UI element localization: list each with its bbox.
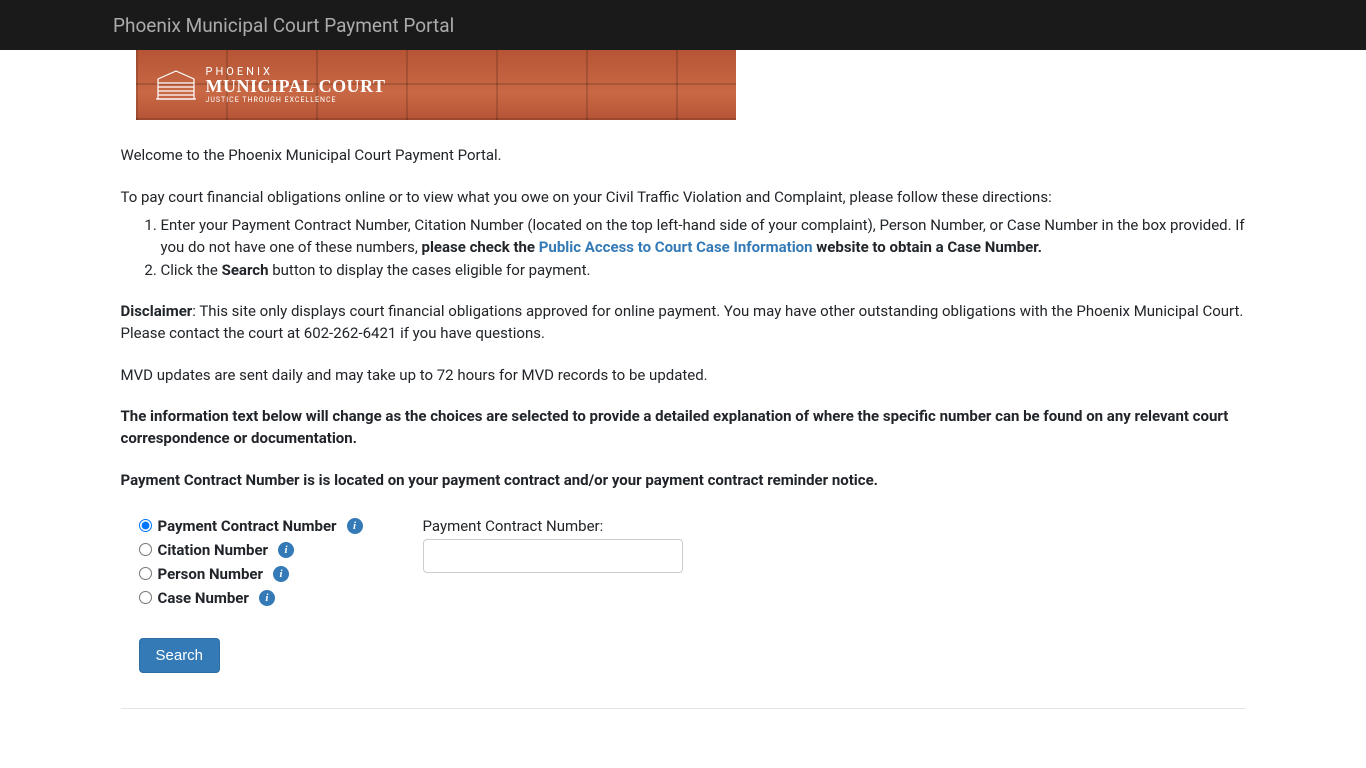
selected-help-text: Payment Contract Number is is located on… xyxy=(121,470,1246,492)
navbar-title: Phoenix Municipal Court Payment Portal xyxy=(15,14,454,37)
radio-payment-contract-label[interactable]: Payment Contract Number i xyxy=(158,517,363,535)
search-input-label: Payment Contract Number: xyxy=(423,517,683,535)
radio-case-number-label[interactable]: Case Number i xyxy=(158,589,275,607)
dynamic-info-text: The information text below will change a… xyxy=(121,406,1246,450)
radio-citation-number-label[interactable]: Citation Number i xyxy=(158,541,295,559)
direction-step-2: Click the Search button to display the c… xyxy=(161,259,1246,282)
welcome-text: Welcome to the Phoenix Municipal Court P… xyxy=(121,145,1246,167)
mvd-text: MVD updates are sent daily and may take … xyxy=(121,365,1246,387)
search-button[interactable]: Search xyxy=(139,638,221,673)
divider xyxy=(121,708,1246,709)
search-type-radios: Payment Contract Number i Citation Numbe… xyxy=(121,517,363,613)
disclaimer-text: Disclaimer: This site only displays cour… xyxy=(121,301,1246,345)
radio-payment-contract[interactable] xyxy=(139,519,152,532)
info-icon[interactable]: i xyxy=(259,590,275,606)
directions-list: Enter your Payment Contract Number, Cita… xyxy=(121,214,1246,282)
main-content: Welcome to the Phoenix Municipal Court P… xyxy=(121,145,1246,739)
info-icon[interactable]: i xyxy=(347,518,363,534)
radio-citation-number[interactable] xyxy=(139,543,152,556)
info-icon[interactable]: i xyxy=(278,542,294,558)
banner-image: PHOENIX MUNICIPAL COURT JUSTICE THROUGH … xyxy=(136,50,736,120)
search-input[interactable] xyxy=(423,539,683,573)
building-icon xyxy=(156,69,196,101)
public-access-link[interactable]: Public Access to Court Case Information xyxy=(539,238,813,256)
directions-text: To pay court financial obligations onlin… xyxy=(121,187,1246,209)
banner-court: MUNICIPAL COURT xyxy=(206,77,386,95)
navbar: Phoenix Municipal Court Payment Portal xyxy=(0,0,1366,50)
banner-tagline: JUSTICE THROUGH EXCELLENCE xyxy=(206,97,386,104)
direction-step-1: Enter your Payment Contract Number, Cita… xyxy=(161,214,1246,259)
info-icon[interactable]: i xyxy=(273,566,289,582)
radio-person-number-label[interactable]: Person Number i xyxy=(158,565,289,583)
radio-case-number[interactable] xyxy=(139,591,152,604)
radio-person-number[interactable] xyxy=(139,567,152,580)
